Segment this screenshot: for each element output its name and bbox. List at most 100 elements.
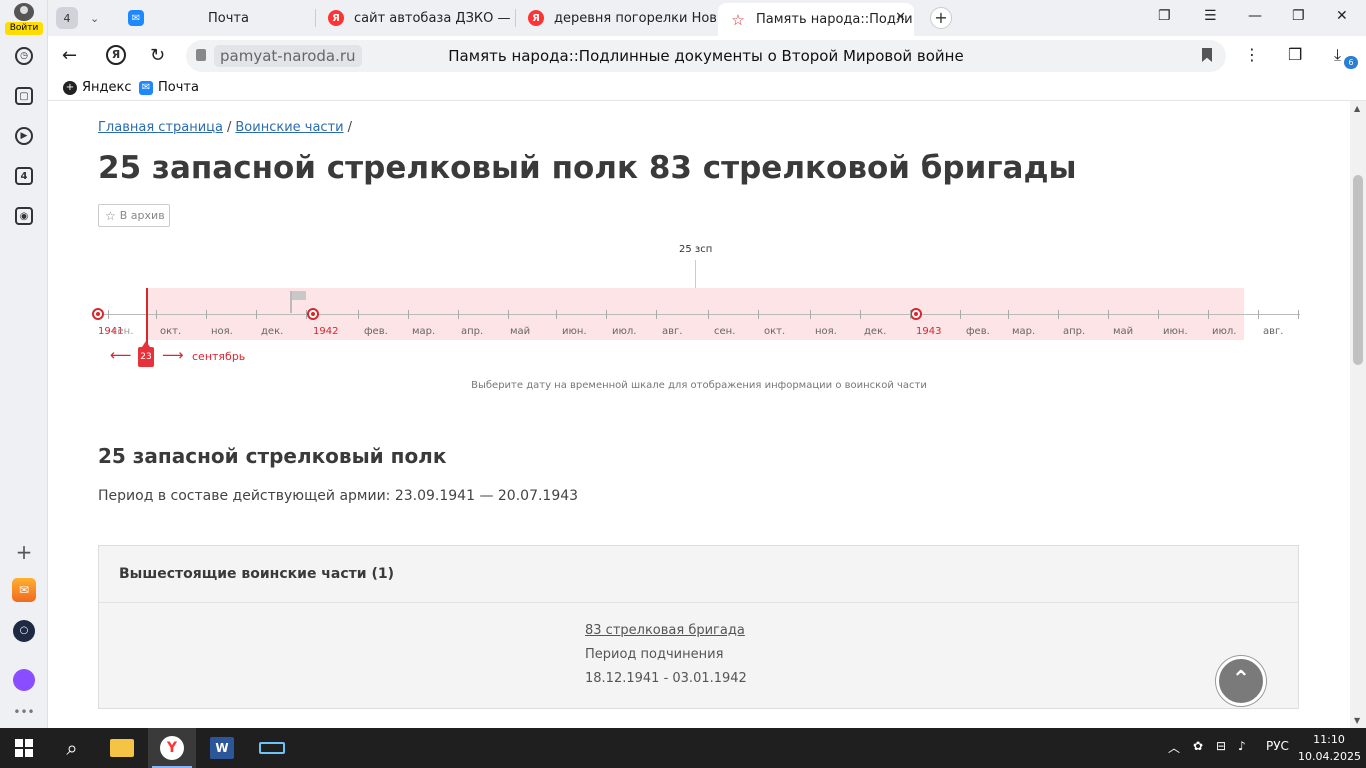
timeline-tick xyxy=(508,310,509,319)
more-vertical-icon[interactable]: ⋮ xyxy=(1244,45,1260,64)
timeline-cursor[interactable] xyxy=(146,288,148,344)
month-label[interactable]: ноя. xyxy=(211,326,233,337)
extensions-icon[interactable]: ❒ xyxy=(1288,45,1302,64)
month-label[interactable]: дек. xyxy=(864,326,886,337)
superior-units-heading: Вышестоящие воинские части (1) xyxy=(99,546,1298,603)
file-explorer-icon[interactable] xyxy=(98,728,146,768)
month-label[interactable]: окт. xyxy=(764,326,785,337)
timeline-cursor-handle[interactable]: 23 xyxy=(138,341,154,367)
search-icon[interactable]: ⌕ xyxy=(48,728,96,768)
tabs-counter-icon[interactable]: 4 xyxy=(12,164,36,188)
tab-manager-icon[interactable]: ❐ xyxy=(1158,8,1171,24)
year-marker-1943[interactable] xyxy=(910,308,922,320)
tab-mail[interactable]: ✉ Почта xyxy=(116,3,316,33)
download-icon[interactable]: ⤓ xyxy=(1334,45,1341,65)
timeline-unit-label: 25 зсп xyxy=(679,244,713,255)
bookmark-mail[interactable]: ✉ Почта xyxy=(139,80,199,95)
more-icon[interactable]: ••• xyxy=(12,700,36,724)
new-tab-button[interactable]: + xyxy=(930,7,952,29)
chevron-down-icon[interactable]: ⌄ xyxy=(90,12,99,25)
year-marker-1941[interactable] xyxy=(92,308,104,320)
month-label[interactable]: июн. xyxy=(562,326,587,337)
login-button[interactable]: Войти xyxy=(5,22,43,35)
restore-icon[interactable]: ❐ xyxy=(1292,8,1305,24)
year-marker-1942[interactable] xyxy=(307,308,319,320)
network-icon[interactable]: ⊟ xyxy=(1216,739,1226,753)
address-bar[interactable]: pamyat-naroda.ru Память народа::Подлинны… xyxy=(186,40,1226,72)
month-label[interactable]: сен. xyxy=(714,326,735,337)
breadcrumb-home-link[interactable]: Главная страница xyxy=(98,120,223,135)
superior-units-card: Вышестоящие воинские части (1) 83 стрелк… xyxy=(98,545,1299,709)
timeline-tick xyxy=(860,310,861,319)
close-window-icon[interactable]: ✕ xyxy=(1336,8,1348,24)
clock-date: 10.04.2025 xyxy=(1298,750,1361,763)
tab-pogorelki[interactable]: Я деревня погорелки Ново xyxy=(516,3,716,33)
month-label[interactable]: сен. xyxy=(112,326,133,337)
tab-pamyat-naroda[interactable]: ☆ Память народа::Подли ✕ xyxy=(718,3,914,36)
month-label[interactable]: мар. xyxy=(412,326,435,337)
scrollbar-thumb[interactable] xyxy=(1353,175,1363,365)
reload-icon[interactable]: ↻ xyxy=(150,45,165,66)
yandex-icon: Я xyxy=(328,10,344,26)
collections-icon[interactable]: ▢ xyxy=(12,84,36,108)
month-label[interactable]: июл. xyxy=(1212,326,1237,337)
scroll-to-top-button[interactable]: ⌃ xyxy=(1216,656,1266,706)
tray-app-icon[interactable]: ✿ xyxy=(1193,739,1203,753)
yandex-home-icon[interactable]: Я xyxy=(106,45,126,65)
timeline-tick xyxy=(1158,310,1159,319)
month-label[interactable]: апр. xyxy=(461,326,483,337)
video-play-icon[interactable]: ▶ xyxy=(12,124,36,148)
close-tab-icon[interactable]: ✕ xyxy=(895,10,906,25)
arrow-right-icon[interactable]: ⟶ xyxy=(162,346,184,364)
yandex-browser-taskbar-icon[interactable]: Y xyxy=(148,728,196,768)
month-label[interactable]: фев. xyxy=(364,326,388,337)
tab-autobase[interactable]: Я сайт автобаза ДЗКО — Ян xyxy=(316,3,516,33)
month-label[interactable]: авг. xyxy=(662,326,682,337)
start-button[interactable] xyxy=(0,728,48,768)
history-icon[interactable]: ◷ xyxy=(12,44,36,68)
word-icon[interactable]: W xyxy=(198,728,246,768)
toolbar: ← Я ↻ pamyat-naroda.ru Память народа::По… xyxy=(48,36,1366,76)
month-label[interactable]: июл. xyxy=(612,326,637,337)
browser-menu-icon[interactable]: ☰ xyxy=(1204,8,1217,24)
yandex-icon: Я xyxy=(528,10,544,26)
add-to-archive-button[interactable]: ☆ В архив xyxy=(98,204,170,227)
timeline-unit-line xyxy=(695,260,696,288)
minimize-icon[interactable]: — xyxy=(1248,8,1262,24)
add-panel-icon[interactable]: + xyxy=(12,540,36,564)
language-indicator[interactable]: РУС xyxy=(1266,739,1289,753)
timeline-tick xyxy=(708,310,709,319)
bookmark-yandex[interactable]: + Яндекс xyxy=(63,80,132,95)
page-scrollbar[interactable]: ▲ ▼ xyxy=(1350,101,1366,728)
month-label[interactable]: окт. xyxy=(160,326,181,337)
breadcrumb-units-link[interactable]: Воинские части xyxy=(235,120,343,135)
month-label[interactable]: май xyxy=(510,326,530,337)
system-clock[interactable]: 11:10 10.04.2025 xyxy=(1298,731,1361,765)
screenshot-icon[interactable]: ◉ xyxy=(12,204,36,228)
login-widget[interactable]: Войти xyxy=(4,3,44,35)
month-label[interactable]: фев. xyxy=(966,326,990,337)
timeline-tick xyxy=(758,310,759,319)
superior-unit-link[interactable]: 83 стрелковая бригада xyxy=(585,623,745,638)
month-label[interactable]: ноя. xyxy=(815,326,837,337)
scroll-up-icon[interactable]: ▲ xyxy=(1354,104,1360,113)
chevron-up-icon[interactable]: ︿ xyxy=(1168,739,1180,756)
bookmark-label: Яндекс xyxy=(82,80,132,95)
arrow-left-icon[interactable]: ⟵ xyxy=(110,346,132,364)
messenger-app-icon[interactable]: ○ xyxy=(12,619,36,643)
scroll-down-icon[interactable]: ▼ xyxy=(1354,716,1360,725)
month-label[interactable]: мар. xyxy=(1012,326,1035,337)
month-label[interactable]: апр. xyxy=(1063,326,1085,337)
timeline[interactable]: 25 зсп 1941 сен. окт. ноя. дек. 1942 фев… xyxy=(48,236,1350,396)
tab-groups-button[interactable]: 4 ⌄ xyxy=(52,6,110,30)
yandex-mail-app-icon[interactable]: ✉ xyxy=(12,578,36,602)
back-arrow-icon[interactable]: ← xyxy=(62,45,77,66)
month-label[interactable]: авг. xyxy=(1263,326,1283,337)
month-label[interactable]: дек. xyxy=(261,326,283,337)
month-label[interactable]: май xyxy=(1113,326,1133,337)
month-label[interactable]: июн. xyxy=(1163,326,1188,337)
timeline-tick xyxy=(910,310,911,319)
volume-icon[interactable]: ♪ xyxy=(1238,739,1246,753)
alice-assistant-icon[interactable] xyxy=(12,668,36,692)
scanner-app-icon[interactable] xyxy=(248,728,296,768)
